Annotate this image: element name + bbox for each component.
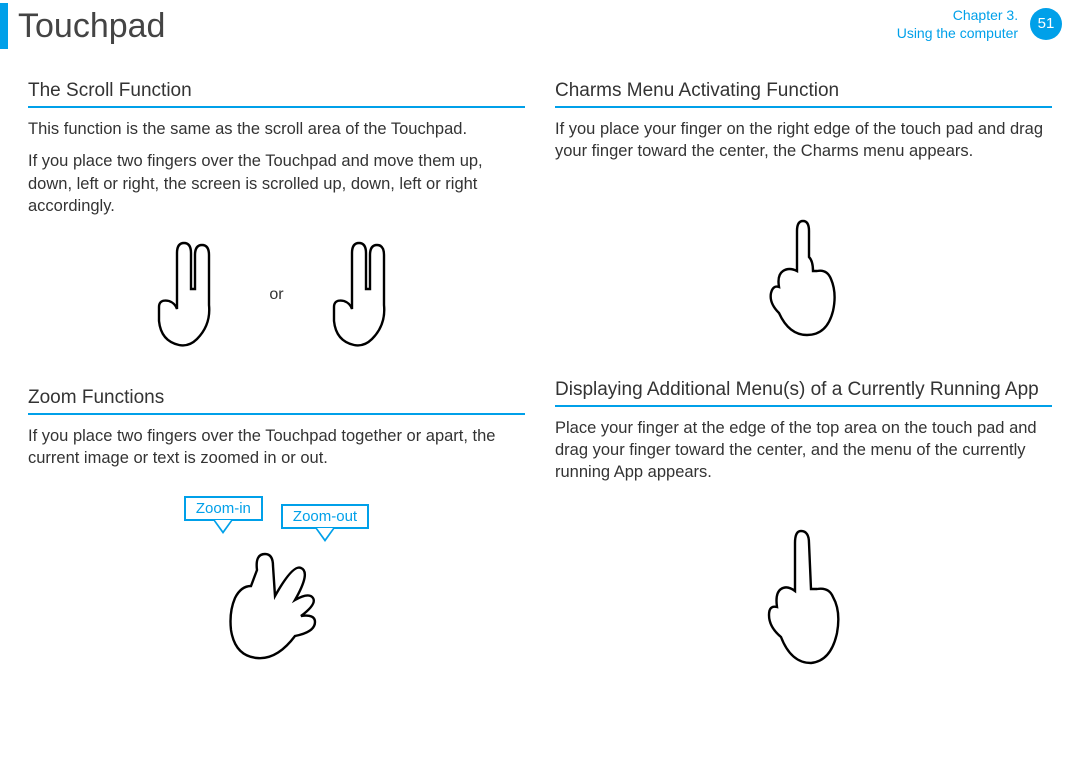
callout-tail-icon: [315, 528, 335, 542]
or-label: or: [269, 286, 283, 304]
zoom-in-label: Zoom-in: [184, 496, 263, 521]
section-charms-menu: Charms Menu Activating Function If you p…: [555, 80, 1052, 343]
scroll-gesture-figure: or: [28, 235, 525, 355]
chapter-line-1: Chapter 3.: [953, 7, 1018, 23]
section-paragraph: Place your ﬁnger at the edge of the top …: [555, 417, 1052, 484]
section-paragraph: If you place two ﬁngers over the Touchpa…: [28, 425, 525, 470]
section-heading: Charms Menu Activating Function: [555, 80, 1052, 102]
header-meta: Chapter 3. Using the computer 51: [897, 6, 1062, 42]
section-heading: Zoom Functions: [28, 387, 525, 409]
section-paragraph: If you place two ﬁngers over the Touchpa…: [28, 150, 525, 217]
section-zoom-functions: Zoom Functions If you place two ﬁngers o…: [28, 387, 525, 672]
zoom-out-label: Zoom-out: [281, 504, 369, 529]
section-rule: [28, 106, 525, 108]
title-accent-bar: [0, 3, 8, 49]
page-title: Touchpad: [18, 7, 165, 46]
section-app-menu: Displaying Additional Menu(s) of a Curre…: [555, 379, 1052, 676]
section-paragraph: This function is the same as the scroll …: [28, 118, 525, 140]
two-finger-hand-icon: [314, 235, 414, 355]
left-column: The Scroll Function This function is the…: [28, 80, 525, 675]
zoom-gesture-figure: Zoom-in Zoom-out: [28, 480, 525, 672]
two-finger-hand-icon: [139, 235, 239, 355]
section-heading: The Scroll Function: [28, 80, 525, 102]
callout-tail-icon: [213, 520, 233, 534]
zoom-out-callout: Zoom-out: [281, 504, 369, 542]
section-rule: [28, 413, 525, 415]
chapter-line-2: Using the computer: [897, 25, 1018, 41]
section-rule: [555, 106, 1052, 108]
charms-gesture-figure: [555, 213, 1052, 343]
content-columns: The Scroll Function This function is the…: [28, 80, 1052, 675]
manual-page: Touchpad Chapter 3. Using the computer 5…: [0, 0, 1080, 766]
app-menu-gesture-figure: [555, 525, 1052, 675]
chapter-label: Chapter 3. Using the computer: [897, 6, 1018, 42]
page-number-badge: 51: [1030, 8, 1062, 40]
one-finger-hand-icon: [759, 213, 849, 343]
right-column: Charms Menu Activating Function If you p…: [555, 80, 1052, 675]
section-paragraph: If you place your ﬁnger on the right edg…: [555, 118, 1052, 163]
zoom-callouts: Zoom-in Zoom-out: [184, 496, 369, 542]
section-heading: Displaying Additional Menu(s) of a Curre…: [555, 379, 1052, 401]
pinch-hand-icon: [197, 542, 357, 672]
section-rule: [555, 405, 1052, 407]
section-scroll-function: The Scroll Function This function is the…: [28, 80, 525, 355]
zoom-in-callout: Zoom-in: [184, 496, 263, 542]
title-block: Touchpad: [0, 0, 1052, 52]
one-finger-hand-icon: [759, 525, 849, 675]
